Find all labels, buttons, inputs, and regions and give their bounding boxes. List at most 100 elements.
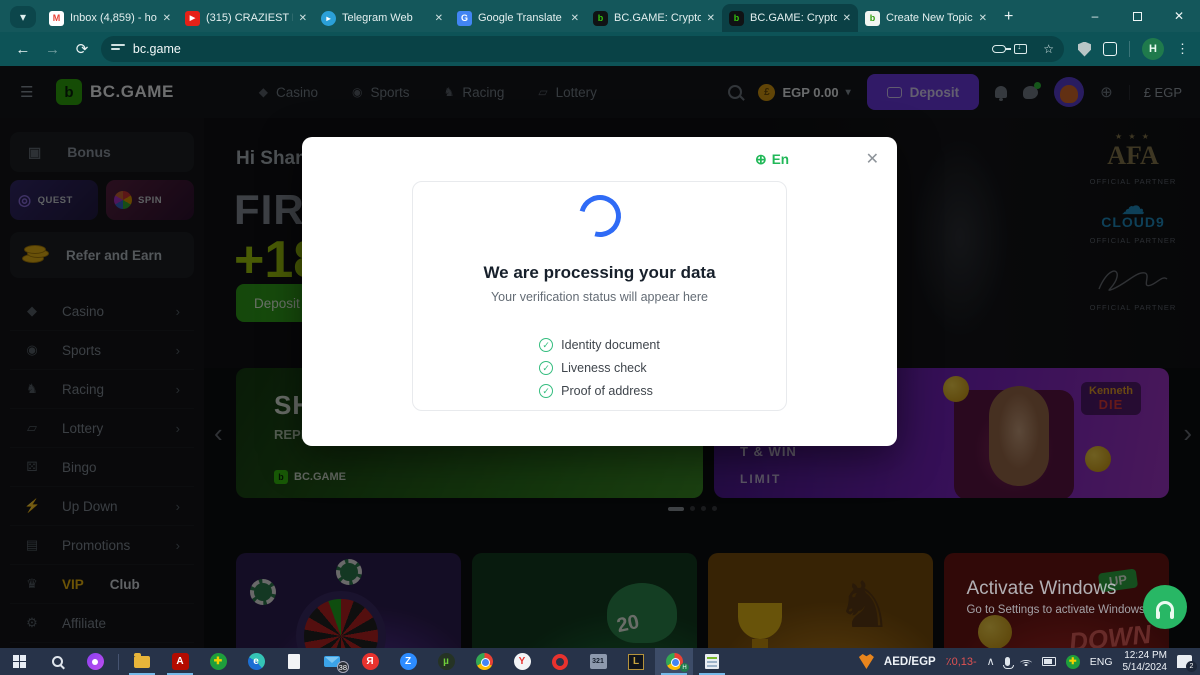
tab-title: BC.GAME: Crypto Ca <box>750 12 837 24</box>
league-of-legends-button[interactable]: L <box>617 648 655 675</box>
modal-close-button[interactable]: ✕ <box>866 149 879 169</box>
globe-icon: ⊕ <box>755 151 767 168</box>
taskbar-clock[interactable]: 12:24 PM 5/14/2024 <box>1123 650 1168 674</box>
modal-title: We are processing your data <box>483 263 715 283</box>
chrome-profile-button[interactable]: H <box>655 648 693 675</box>
tab-title: BC.GAME: Crypto Ca <box>614 12 701 24</box>
acrobat-button[interactable]: A <box>161 648 199 675</box>
file-explorer-button[interactable] <box>123 648 161 675</box>
edge-button[interactable]: e <box>237 648 275 675</box>
yandex-y-icon: Y <box>514 653 531 670</box>
tab-search-button[interactable]: ▾ <box>10 6 36 28</box>
site-info-icon[interactable] <box>111 44 125 54</box>
window-controls: – ✕ <box>1074 0 1200 32</box>
install-app-icon[interactable] <box>1014 44 1027 54</box>
translate-favicon: G <box>457 11 472 26</box>
browser-tab-bcgame-active[interactable]: b BC.GAME: Crypto Ca ✕ <box>722 4 858 32</box>
edge-icon: e <box>248 653 265 670</box>
checklist-item-identity: ✓ Identity document <box>539 338 660 352</box>
browser-tab-youtube[interactable]: ▶ (315) CRAZIEST Deba ✕ <box>178 4 314 32</box>
media-player-button[interactable]: 321 <box>579 648 617 675</box>
action-center-icon[interactable]: 2 <box>1177 655 1192 668</box>
browser-tab-bcgame-1[interactable]: b BC.GAME: Crypto Ca ✕ <box>586 4 722 32</box>
microphone-icon[interactable] <box>1005 657 1010 666</box>
chevron-down-icon: ▾ <box>20 10 26 24</box>
support-chat-button[interactable] <box>1143 585 1187 629</box>
chrome-button[interactable] <box>465 648 503 675</box>
check-circle-icon: ✓ <box>539 338 553 352</box>
folder-icon <box>134 656 150 668</box>
zoom-icon: Z <box>400 653 417 670</box>
utorrent-button[interactable]: µ <box>427 648 465 675</box>
currency-pair-label[interactable]: AED/EGP <box>884 656 936 668</box>
keyboard-language-label[interactable]: ENG <box>1090 656 1113 668</box>
back-button[interactable]: ← <box>8 41 38 58</box>
tab-title: Telegram Web <box>342 12 429 24</box>
processing-card: We are processing your data Your verific… <box>412 181 787 411</box>
antivirus-button[interactable]: ✚ <box>199 648 237 675</box>
new-tab-button[interactable]: + <box>1004 8 1013 26</box>
tab-close-icon[interactable]: ✕ <box>707 13 715 24</box>
tab-close-icon[interactable]: ✕ <box>435 13 443 24</box>
mail-unread-badge: 38 <box>337 661 349 673</box>
minimize-button[interactable]: – <box>1074 0 1116 32</box>
address-bar[interactable]: bc.game ☆ <box>101 36 1064 62</box>
language-label: En <box>772 152 789 167</box>
antivirus-tray-icon[interactable]: ✚ <box>1066 655 1080 669</box>
yandex-browser-button[interactable]: Я <box>351 648 389 675</box>
divider <box>1129 41 1130 57</box>
browser-menu-icon[interactable]: ⋮ <box>1176 41 1190 57</box>
adblock-shield-icon[interactable] <box>1078 42 1091 57</box>
close-window-button[interactable]: ✕ <box>1158 0 1200 32</box>
alice-assistant-icon[interactable] <box>76 648 114 675</box>
tab-close-icon[interactable]: ✕ <box>299 13 307 24</box>
checklist-label: Proof of address <box>561 384 653 398</box>
tab-close-icon[interactable]: ✕ <box>979 13 987 24</box>
battery-icon[interactable] <box>1042 657 1056 666</box>
acrobat-icon: A <box>172 653 189 670</box>
chrome-icon <box>476 653 493 670</box>
browser-tab-forum[interactable]: b Create New Topic - B ✕ <box>858 4 994 32</box>
forward-button[interactable]: → <box>38 41 68 58</box>
bcgame-favicon: b <box>729 11 744 26</box>
mpc-321-icon: 321 <box>590 654 607 669</box>
browser-tab-telegram[interactable]: ▸ Telegram Web ✕ <box>314 4 450 32</box>
modal-subtitle: Your verification status will appear her… <box>491 290 708 304</box>
alice-icon <box>87 653 104 670</box>
extensions-puzzle-icon[interactable] <box>1103 42 1117 56</box>
tab-close-icon[interactable]: ✕ <box>843 13 851 24</box>
browser-tab-gmail[interactable]: M Inbox (4,859) - hossa ✕ <box>42 4 178 32</box>
bookmark-star-icon[interactable]: ☆ <box>1043 42 1054 56</box>
start-button[interactable] <box>0 648 38 675</box>
password-key-icon[interactable] <box>992 45 1006 53</box>
tab-close-icon[interactable]: ✕ <box>571 13 579 24</box>
url-text[interactable]: bc.game <box>133 42 984 56</box>
maximize-button[interactable] <box>1116 0 1158 32</box>
tab-close-icon[interactable]: ✕ <box>163 13 171 24</box>
mail-button[interactable]: 38 <box>313 648 351 675</box>
gmail-favicon: M <box>49 11 64 26</box>
wifi-icon[interactable] <box>1020 657 1032 666</box>
browser-toolbar: ← → ⟳ bc.game ☆ H ⋮ <box>0 32 1200 66</box>
notepadpp-button[interactable] <box>693 648 731 675</box>
utorrent-icon: µ <box>438 653 455 670</box>
language-selector[interactable]: ⊕ En <box>755 151 789 168</box>
taskbar-search-button[interactable] <box>38 648 76 675</box>
hamster-widget-icon[interactable] <box>859 654 874 669</box>
opera-button[interactable] <box>541 648 579 675</box>
headset-icon <box>1156 601 1174 613</box>
watermark-line-2: Go to Settings to activate Windows. <box>966 604 1148 616</box>
hidden-icons-chevron[interactable]: ∧ <box>987 655 995 668</box>
verification-modal: ⊕ En ✕ We are processing your data Your … <box>302 137 897 446</box>
tab-title: Google Translate <box>478 12 565 24</box>
yandex-y-button[interactable]: Y <box>503 648 541 675</box>
browser-profile-avatar[interactable]: H <box>1142 38 1164 60</box>
bcgame-favicon: b <box>593 11 608 26</box>
zoom-button[interactable]: Z <box>389 648 427 675</box>
browser-tab-translate[interactable]: G Google Translate ✕ <box>450 4 586 32</box>
profile-h-badge: H <box>680 663 689 672</box>
reload-button[interactable]: ⟳ <box>67 40 97 58</box>
lol-icon: L <box>628 654 644 670</box>
notepad-button[interactable] <box>275 648 313 675</box>
yandex-browser-icon: Я <box>362 653 379 670</box>
